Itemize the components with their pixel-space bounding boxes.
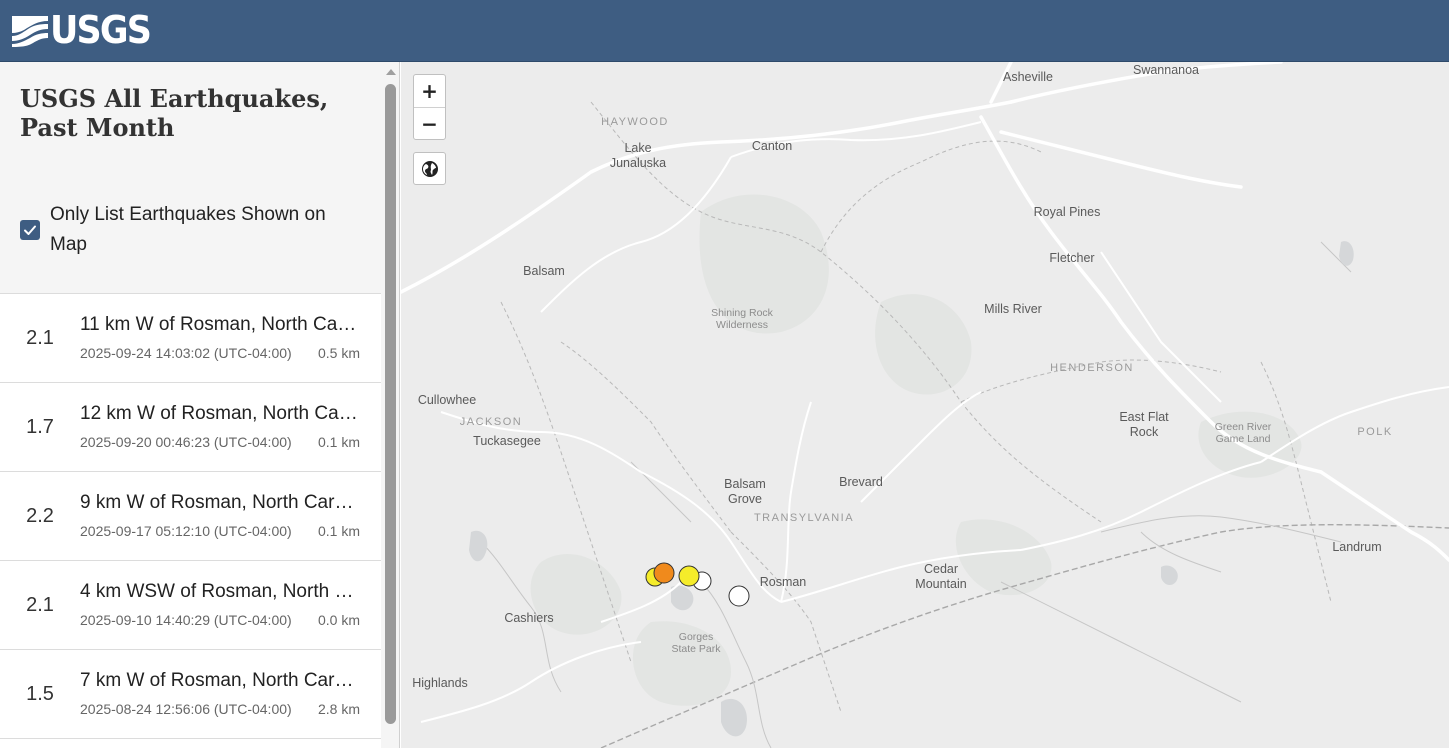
globe-icon: [421, 160, 438, 177]
label-highlands: Highlands: [412, 676, 468, 690]
zoom-in-button[interactable]: +: [414, 75, 445, 107]
label-landrum: Landrum: [1332, 540, 1381, 554]
depth: 0.5 km: [317, 345, 360, 361]
event-time: 2025-09-17 05:12:10 (UTC-04:00): [80, 523, 292, 539]
location: 9 km W of Rosman, North Carolina: [80, 492, 362, 513]
label-tuckasegee: Tuckasegee: [473, 434, 541, 448]
logo-text: USGS: [50, 8, 152, 52]
event-time: 2025-09-20 00:46:23 (UTC-04:00): [80, 434, 292, 450]
list-item[interactable]: 1.5 7 km W of Rosman, North Carolina 202…: [0, 650, 381, 739]
label-haywood: HAYWOOD: [601, 116, 669, 128]
map-filter-checkbox[interactable]: [20, 220, 40, 240]
county-boundaries: [500, 101, 1332, 713]
map-filter-label: Only List Earthquakes Shown on Map: [50, 204, 326, 255]
label-cedar: Cedar: [924, 562, 958, 576]
label-mountain: Mountain: [915, 577, 966, 591]
depth: 2.8 km: [317, 701, 360, 717]
location: 4 km WSW of Rosman, North Carolina: [80, 581, 362, 602]
label-canton: Canton: [752, 139, 792, 153]
label-balsam-grove-1: Balsam: [724, 477, 766, 491]
label-balsam: Balsam: [523, 264, 565, 278]
label-cashiers: Cashiers: [504, 611, 553, 625]
label-junaluska: Junaluska: [610, 156, 666, 170]
zoom-out-button[interactable]: −: [414, 107, 445, 139]
list-header: USGS All Earthquakes, Past Month Only Li…: [0, 62, 381, 294]
depth: 0.0 km: [317, 612, 360, 628]
basemap[interactable]: Asheville Swannanoa HAYWOOD Lake Junalus…: [401, 62, 1449, 748]
label-fletcher: Fletcher: [1049, 251, 1094, 265]
location: 7 km W of Rosman, North Carolina: [80, 670, 362, 691]
label-transylvania: TRANSYLVANIA: [754, 512, 854, 524]
quake-marker[interactable]: [728, 585, 750, 607]
magnitude: 2.2: [26, 504, 54, 527]
list-item[interactable]: 2.2 9 km W of Rosman, North Carolina 202…: [0, 472, 381, 561]
label-wilderness: Wilderness: [716, 319, 768, 331]
label-rock: Rock: [1130, 425, 1159, 439]
label-swannanoa: Swannanoa: [1133, 63, 1199, 77]
land-cover: [530, 194, 1302, 706]
zoom-control: + −: [413, 74, 446, 140]
list-scrollbar[interactable]: [381, 62, 399, 748]
magnitude: 1.5: [26, 682, 54, 705]
label-henderson: HENDERSON: [1050, 362, 1134, 374]
label-state-park: State Park: [671, 643, 721, 655]
label-shining-rock: Shining Rock: [711, 307, 774, 319]
label-game-land: Game Land: [1216, 433, 1271, 445]
scroll-up-arrow-icon[interactable]: [386, 69, 396, 75]
label-lake: Lake: [624, 141, 651, 155]
event-time: 2025-09-24 14:03:02 (UTC-04:00): [80, 345, 292, 361]
earthquake-markers[interactable]: [645, 562, 750, 607]
list-item[interactable]: 1.7 12 km W of Rosman, North Carolina 20…: [0, 383, 381, 472]
earthquake-map[interactable]: Asheville Swannanoa HAYWOOD Lake Junalus…: [401, 62, 1449, 748]
depth: 0.1 km: [317, 434, 360, 450]
label-brevard: Brevard: [839, 475, 883, 489]
label-rosman: Rosman: [760, 575, 807, 589]
label-polk: POLK: [1357, 426, 1392, 438]
quake-marker[interactable]: [653, 562, 675, 584]
map-filter-toggle[interactable]: Only List Earthquakes Shown on Map: [20, 200, 360, 260]
label-gorges: Gorges: [679, 631, 713, 643]
list-item[interactable]: 2.1 11 km W of Rosman, North Carolina 20…: [0, 294, 381, 383]
label-royal-pines: Royal Pines: [1034, 205, 1101, 219]
quake-marker[interactable]: [678, 565, 700, 587]
magnitude: 1.7: [26, 415, 54, 438]
usgs-logo[interactable]: USGS: [12, 11, 159, 49]
label-green-river: Green River: [1215, 421, 1272, 433]
checkmark-icon: [24, 225, 36, 235]
map-controls: + −: [413, 74, 446, 185]
event-time: 2025-08-24 12:56:06 (UTC-04:00): [80, 701, 292, 717]
label-asheville: Asheville: [1003, 70, 1053, 84]
label-cullowhee: Cullowhee: [418, 393, 476, 407]
location: 12 km W of Rosman, North Carolina: [80, 403, 362, 424]
event-time: 2025-09-10 14:40:29 (UTC-04:00): [80, 612, 292, 628]
depth: 0.1 km: [317, 523, 360, 539]
earthquake-list: 2.1 11 km W of Rosman, North Carolina 20…: [0, 294, 381, 739]
label-balsam-grove-2: Grove: [728, 492, 762, 506]
list-item[interactable]: 2.1 4 km WSW of Rosman, North Carolina 2…: [0, 561, 381, 650]
label-east-flat: East Flat: [1119, 410, 1169, 424]
location: 11 km W of Rosman, North Carolina: [80, 314, 362, 335]
magnitude: 2.1: [26, 593, 54, 616]
earthquake-list-panel: USGS All Earthquakes, Past Month Only Li…: [0, 62, 400, 748]
label-jackson: JACKSON: [460, 416, 522, 428]
usgs-waves-icon: [12, 16, 48, 47]
scrollbar-thumb[interactable]: [385, 84, 396, 724]
magnitude: 2.1: [26, 326, 54, 349]
site-header: USGS: [0, 0, 1449, 62]
basemap-button[interactable]: [413, 152, 446, 185]
page-title: USGS All Earthquakes, Past Month: [20, 84, 329, 142]
label-mills-river: Mills River: [984, 302, 1042, 316]
